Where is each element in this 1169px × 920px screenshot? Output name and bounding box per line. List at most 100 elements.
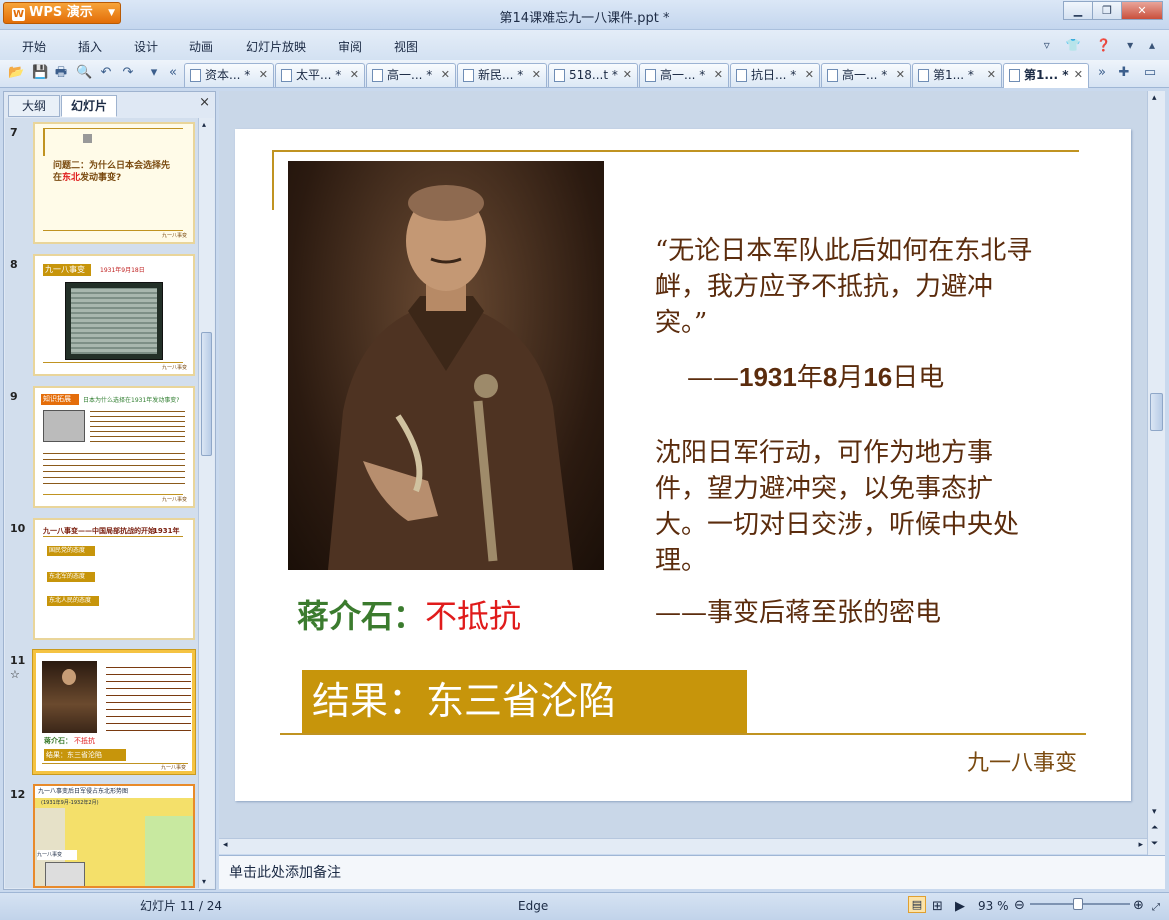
slide-thumb-11[interactable]: 蒋介石： 不抵抗 结果：东三省沦陷 九一八事变 xyxy=(32,649,196,775)
slide-thumb-10[interactable]: 九一八事变——中国局部抗战的开始 1931年 国民党的态度 东北军的态度 东北人… xyxy=(33,518,195,640)
doc-tab[interactable]: 高一... * ✕ xyxy=(821,63,911,87)
panel-close-icon[interactable]: × xyxy=(199,95,210,110)
slide-canvas: “无论日本军队此后如何在东北寻衅，我方应予不抵抗，力避冲突。” ——1931年8… xyxy=(219,91,1147,840)
thumb-number: 8 xyxy=(10,258,18,271)
doc-tab-active[interactable]: 第1... * ✕ xyxy=(1003,63,1089,88)
slide-thumb-8[interactable]: 九一八事变 1931年9月18日 九一八事变 xyxy=(33,254,195,376)
tab-outline[interactable]: 大纲 xyxy=(8,95,60,117)
document-icon xyxy=(645,69,656,82)
scroll-up-icon[interactable]: ▴ xyxy=(202,120,206,129)
window-controls: ▁ ❐ ✕ xyxy=(1063,1,1163,20)
close-icon[interactable]: ✕ xyxy=(896,64,905,86)
scrollbar-thumb[interactable] xyxy=(201,332,212,456)
thumb-number: 10 xyxy=(10,522,26,535)
scroll-left-icon[interactable]: ◂ xyxy=(223,840,228,850)
thumb-title: 问题二：为什么日本会选择先在东北发动事变? xyxy=(53,161,171,183)
customize-icon[interactable]: ▾ xyxy=(146,65,162,81)
scroll-up-icon[interactable]: ▴ xyxy=(1152,93,1157,103)
doc-tab[interactable]: 518...t * ✕ xyxy=(548,63,638,87)
normal-view-icon[interactable]: ▤ xyxy=(908,896,926,913)
thumbnail-scrollbar[interactable]: ▴ ▾ xyxy=(198,118,214,888)
canvas-horizontal-scrollbar[interactable]: ◂ ▸ xyxy=(219,838,1147,854)
zoom-in-icon[interactable]: ⊕ xyxy=(1133,895,1144,917)
slide-thumb-7[interactable]: 问题二：为什么日本会选择先在东北发动事变? 九一八事变 xyxy=(33,122,195,244)
menu-animation[interactable]: 动画 xyxy=(189,38,213,55)
menu-review[interactable]: 审阅 xyxy=(338,38,362,55)
menu-insert[interactable]: 插入 xyxy=(78,38,102,55)
sorter-view-icon[interactable]: ⊞ xyxy=(932,896,943,918)
doc-tab[interactable]: 第1... * ✕ xyxy=(912,63,1002,87)
save-icon[interactable]: 💾 xyxy=(32,65,48,81)
canvas-vertical-scrollbar[interactable]: ▴ ▾ ⏶ ⏷ xyxy=(1147,91,1165,855)
close-icon[interactable]: ✕ xyxy=(714,64,723,86)
top-rule xyxy=(272,150,1079,152)
close-icon[interactable]: ✕ xyxy=(350,64,359,86)
close-icon[interactable]: ✕ xyxy=(441,64,450,86)
scroll-right-icon[interactable]: ▸ xyxy=(1138,840,1143,850)
tab-scroll-right-icon[interactable]: » xyxy=(1094,65,1110,81)
thumb-number: 9 xyxy=(10,390,18,403)
title-bar: W WPS 演示 ▼ 第14课难忘九一八课件.ppt * ▁ ❐ ✕ xyxy=(0,0,1169,30)
doc-tab[interactable]: 抗日... * ✕ xyxy=(730,63,820,87)
attitude-line: 蒋介石：不抵抗 xyxy=(297,591,521,637)
help-icons[interactable]: ▿ 👕 ❓ ▾ ▴ xyxy=(1044,38,1161,52)
menu-slideshow[interactable]: 幻灯片放映 xyxy=(246,38,306,55)
fit-window-icon[interactable]: ⤢ xyxy=(1152,897,1160,919)
attitude-label: 不抵抗 xyxy=(425,597,522,635)
slide-thumb-12[interactable]: 九一八事变后日军侵占东北形势图 (1931年9月-1932年2月) 九一八事变 xyxy=(33,784,195,888)
close-icon[interactable]: ✕ xyxy=(1074,64,1083,86)
slideshow-view-icon[interactable]: ▶ xyxy=(955,896,965,918)
menu-home[interactable]: 开始 xyxy=(22,38,46,55)
notes-area[interactable]: 单击此处添加备注 xyxy=(219,855,1165,889)
close-icon[interactable]: ✕ xyxy=(259,64,268,86)
doc-tab[interactable]: 高一... * ✕ xyxy=(366,63,456,87)
slides-panel: 大纲 幻灯片 × 7 问题二：为什么日本会选择先在东北发动事变? 九一八事变 8… xyxy=(3,91,216,890)
doc-tab[interactable]: 高一... * ✕ xyxy=(639,63,729,87)
document-icon xyxy=(372,69,383,82)
print-preview-icon[interactable]: 🔍 xyxy=(76,65,92,81)
document-icon xyxy=(827,69,838,82)
open-folder-icon[interactable]: 📂 xyxy=(8,65,24,81)
slide-footer: 九一八事变 xyxy=(966,751,1077,776)
doc-tab[interactable]: 资本... * ✕ xyxy=(184,63,274,87)
document-tab-bar: 📂 💾 🖶 🔍 ↶ ↷ ▾ « 资本... * ✕ 太平... * ✕ 高一... … xyxy=(0,60,1169,88)
close-icon[interactable]: ✕ xyxy=(532,64,541,86)
scroll-down-icon[interactable]: ▾ xyxy=(1152,807,1157,817)
menu-view[interactable]: 视图 xyxy=(394,38,418,55)
slide-thumb-9[interactable]: 知识拓展 日本为什么选择在1931年发动事变? 九一八事变 xyxy=(33,386,195,508)
slide-counter: 幻灯片 11 / 24 xyxy=(140,899,223,913)
tab-slides[interactable]: 幻灯片 xyxy=(61,95,117,117)
star-icon: ☆ xyxy=(10,668,20,681)
scrollbar-thumb[interactable] xyxy=(1150,393,1163,431)
close-icon[interactable]: ✕ xyxy=(623,64,632,86)
zoom-level: 93 % xyxy=(978,899,1009,913)
document-icon xyxy=(918,69,929,82)
redo-icon[interactable]: ↷ xyxy=(120,65,136,81)
zoom-slider-handle[interactable] xyxy=(1073,898,1083,910)
undo-icon[interactable]: ↶ xyxy=(98,65,114,81)
close-button[interactable]: ✕ xyxy=(1121,1,1163,20)
zoom-out-icon[interactable]: ⊖ xyxy=(1014,895,1025,917)
minimize-button[interactable]: ▁ xyxy=(1063,1,1093,20)
new-tab-icon[interactable]: ✚ xyxy=(1116,65,1132,81)
document-icon xyxy=(281,69,292,82)
map-image: 九一八事变后日军侵占东北形势图 (1931年9月-1932年2月) 九一八事变 xyxy=(35,786,193,886)
status-bar: 幻灯片 11 / 24 Edge ▤ ⊞ ▶ 93 % ⊖ ⊕ ⤢ xyxy=(0,892,1169,920)
scroll-down-icon[interactable]: ▾ xyxy=(202,877,206,886)
document-icon xyxy=(190,69,201,82)
zoom-slider[interactable] xyxy=(1030,898,1130,910)
doc-tab[interactable]: 新民... * ✕ xyxy=(457,63,547,87)
slide-11[interactable]: “无论日本军队此后如何在东北寻衅，我方应予不抵抗，力避冲突。” ——1931年8… xyxy=(235,129,1131,801)
close-icon[interactable]: ✕ xyxy=(987,64,996,86)
menu-design[interactable]: 设计 xyxy=(134,38,158,55)
doc-tab[interactable]: 太平... * ✕ xyxy=(275,63,365,87)
previous-slide-icon[interactable]: ⏶ xyxy=(1151,823,1158,833)
portrait-illustration xyxy=(328,185,573,570)
tab-scroll-left-icon[interactable]: « xyxy=(165,65,181,81)
restore-button[interactable]: ❐ xyxy=(1092,1,1122,20)
next-slide-icon[interactable]: ⏷ xyxy=(1151,839,1158,849)
tab-list-icon[interactable]: ▭ xyxy=(1142,65,1158,81)
close-icon[interactable]: ✕ xyxy=(805,64,814,86)
thumbnail-list: 7 问题二：为什么日本会选择先在东北发动事变? 九一八事变 8 九一八事变 19… xyxy=(5,118,199,888)
print-icon[interactable]: 🖶 xyxy=(53,65,69,81)
